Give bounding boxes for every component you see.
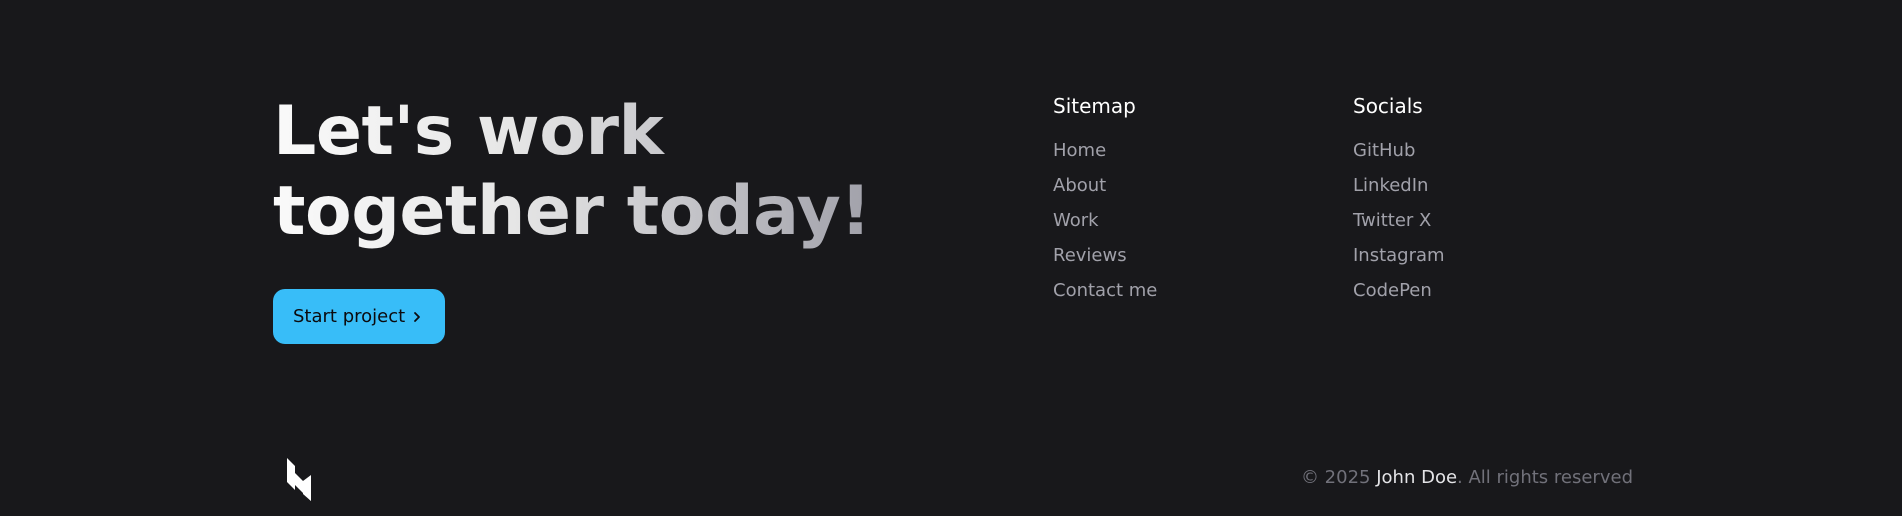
brand-logo-icon[interactable] <box>285 457 313 501</box>
social-link-twitter[interactable]: Twitter X <box>1353 203 1445 238</box>
chevron-right-icon <box>409 309 425 325</box>
headline-line-2: together today! <box>273 172 871 251</box>
sitemap-link-contact[interactable]: Contact me <box>1053 273 1157 308</box>
copyright-suffix: . All rights reserved <box>1457 467 1633 488</box>
copyright-notice: © 2025 John Doe. All rights reserved <box>1301 466 1633 490</box>
footer-headline: Let's work together today! <box>273 92 871 252</box>
social-link-codepen[interactable]: CodePen <box>1353 273 1445 308</box>
socials-section: Socials GitHub LinkedIn Twitter X Instag… <box>1353 92 1445 308</box>
headline-line-1: Let's work <box>273 92 664 171</box>
socials-title: Socials <box>1353 94 1423 118</box>
site-footer: Let's work together today! Start project… <box>0 0 1902 516</box>
sitemap-section: Sitemap Home About Work Reviews Contact … <box>1053 92 1157 308</box>
socials-list: GitHub LinkedIn Twitter X Instagram Code… <box>1353 133 1445 308</box>
start-project-button[interactable]: Start project <box>273 289 445 344</box>
sitemap-link-home[interactable]: Home <box>1053 133 1157 168</box>
social-link-instagram[interactable]: Instagram <box>1353 238 1445 273</box>
sitemap-link-work[interactable]: Work <box>1053 203 1157 238</box>
start-project-label: Start project <box>293 306 406 327</box>
sitemap-title: Sitemap <box>1053 94 1136 118</box>
social-link-github[interactable]: GitHub <box>1353 133 1445 168</box>
copyright-prefix: © 2025 <box>1300 467 1377 488</box>
social-link-linkedin[interactable]: LinkedIn <box>1353 168 1445 203</box>
sitemap-list: Home About Work Reviews Contact me <box>1053 133 1157 308</box>
copyright-owner: John Doe <box>1376 467 1458 488</box>
sitemap-link-reviews[interactable]: Reviews <box>1053 238 1157 273</box>
sitemap-link-about[interactable]: About <box>1053 168 1157 203</box>
